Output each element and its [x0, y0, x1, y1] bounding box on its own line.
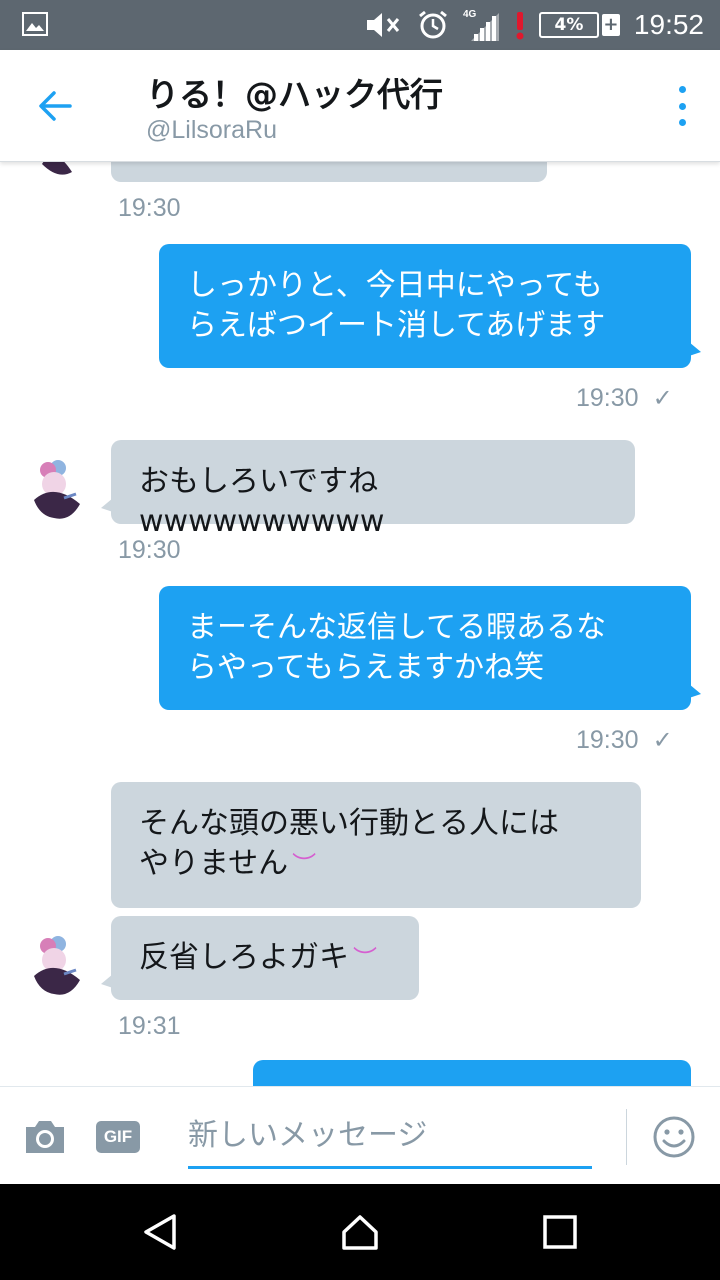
message-bubble-incoming[interactable]: おもしろいですねwwwwwwwwww — [101, 440, 635, 539]
battery-icon: 4% + — [538, 12, 620, 38]
camera-icon[interactable] — [22, 1117, 68, 1157]
message-text-line: らやってもらえますかね笑 — [187, 650, 544, 685]
more-vertical-icon[interactable] — [674, 86, 690, 126]
conversation-handle: @LilsoraRu — [146, 116, 277, 144]
recents-icon[interactable] — [540, 1212, 580, 1252]
message-meta: 19:30 ✓ — [576, 384, 673, 413]
message-input[interactable] — [188, 1105, 592, 1166]
message-text-line: しっかりと、今日中にやっても — [187, 268, 603, 303]
message-composer: GIF — [0, 1086, 720, 1184]
status-time: 19:52 — [633, 9, 704, 40]
message-text: 反省しろよガキ — [139, 940, 349, 975]
message-meta: 19:30 ✓ — [576, 726, 673, 755]
message-time: 19:30 — [118, 194, 181, 222]
message-list[interactable]: 19:30 しっかりと、今日中にやっても らえばつイート消してあげます 19:3… — [0, 162, 720, 1086]
mute-icon — [365, 10, 403, 40]
message-bubble-outgoing[interactable]: しっかりと、今日中にやっても らえばつイート消してあげます — [159, 244, 701, 368]
message-text-line: そんな頭の悪い行動とる人には — [139, 806, 559, 841]
smiley-icon[interactable] — [652, 1115, 696, 1159]
message-bubble-outgoing[interactable] — [253, 1060, 691, 1086]
smiling-face-emoji: ︶ — [353, 945, 377, 973]
message-time: 19:30 — [118, 536, 181, 564]
read-check-icon: ✓ — [652, 385, 673, 412]
back-triangle-icon[interactable] — [140, 1212, 180, 1252]
message-text: おもしろいですねwwwwwwwwww — [139, 464, 385, 539]
message-time: 19:30 — [576, 726, 639, 754]
message-bubble-incoming[interactable]: そんな頭の悪い行動とる人には やりません ︶ — [111, 782, 641, 908]
avatar[interactable] — [24, 454, 90, 524]
alert-icon — [515, 10, 525, 40]
image-icon — [22, 12, 48, 36]
message-time: 19:30 — [576, 384, 639, 412]
gif-button[interactable]: GIF — [96, 1121, 140, 1153]
conversation-title[interactable]: りる！@ハック代行 — [146, 68, 443, 116]
status-bar: 4G 4% + 19:52 — [0, 0, 720, 50]
battery-percent: 4% — [538, 12, 599, 38]
system-nav-bar — [0, 1184, 720, 1280]
composer-divider — [626, 1109, 627, 1165]
message-bubble-outgoing[interactable]: まーそんな返信してる暇あるな らやってもらえますかね笑 — [159, 586, 701, 710]
conversation-header: りる！@ハック代行 @LilsoraRu — [0, 50, 720, 162]
read-check-icon: ✓ — [652, 727, 673, 754]
message-bubble-incoming[interactable]: 反省しろよガキ ︶ — [101, 916, 419, 1000]
message-text-line: らえばつイート消してあげます — [187, 308, 606, 343]
home-icon[interactable] — [340, 1212, 380, 1252]
message-text-line: やりません — [139, 846, 289, 881]
signal-icon: 4G — [463, 7, 501, 43]
message-text-line: まーそんな返信してる暇あるな — [187, 610, 607, 645]
network-type: 4G — [463, 9, 477, 20]
avatar[interactable] — [24, 162, 90, 184]
message-bubble-incoming[interactable] — [111, 162, 547, 182]
avatar[interactable] — [24, 930, 90, 1000]
message-input-wrapper — [188, 1105, 592, 1169]
back-arrow-icon[interactable] — [32, 82, 80, 130]
battery-charging-plus: + — [601, 14, 620, 36]
message-time: 19:31 — [118, 1012, 181, 1040]
alarm-icon — [417, 9, 449, 41]
smiling-face-emoji: ︶ — [292, 851, 317, 879]
